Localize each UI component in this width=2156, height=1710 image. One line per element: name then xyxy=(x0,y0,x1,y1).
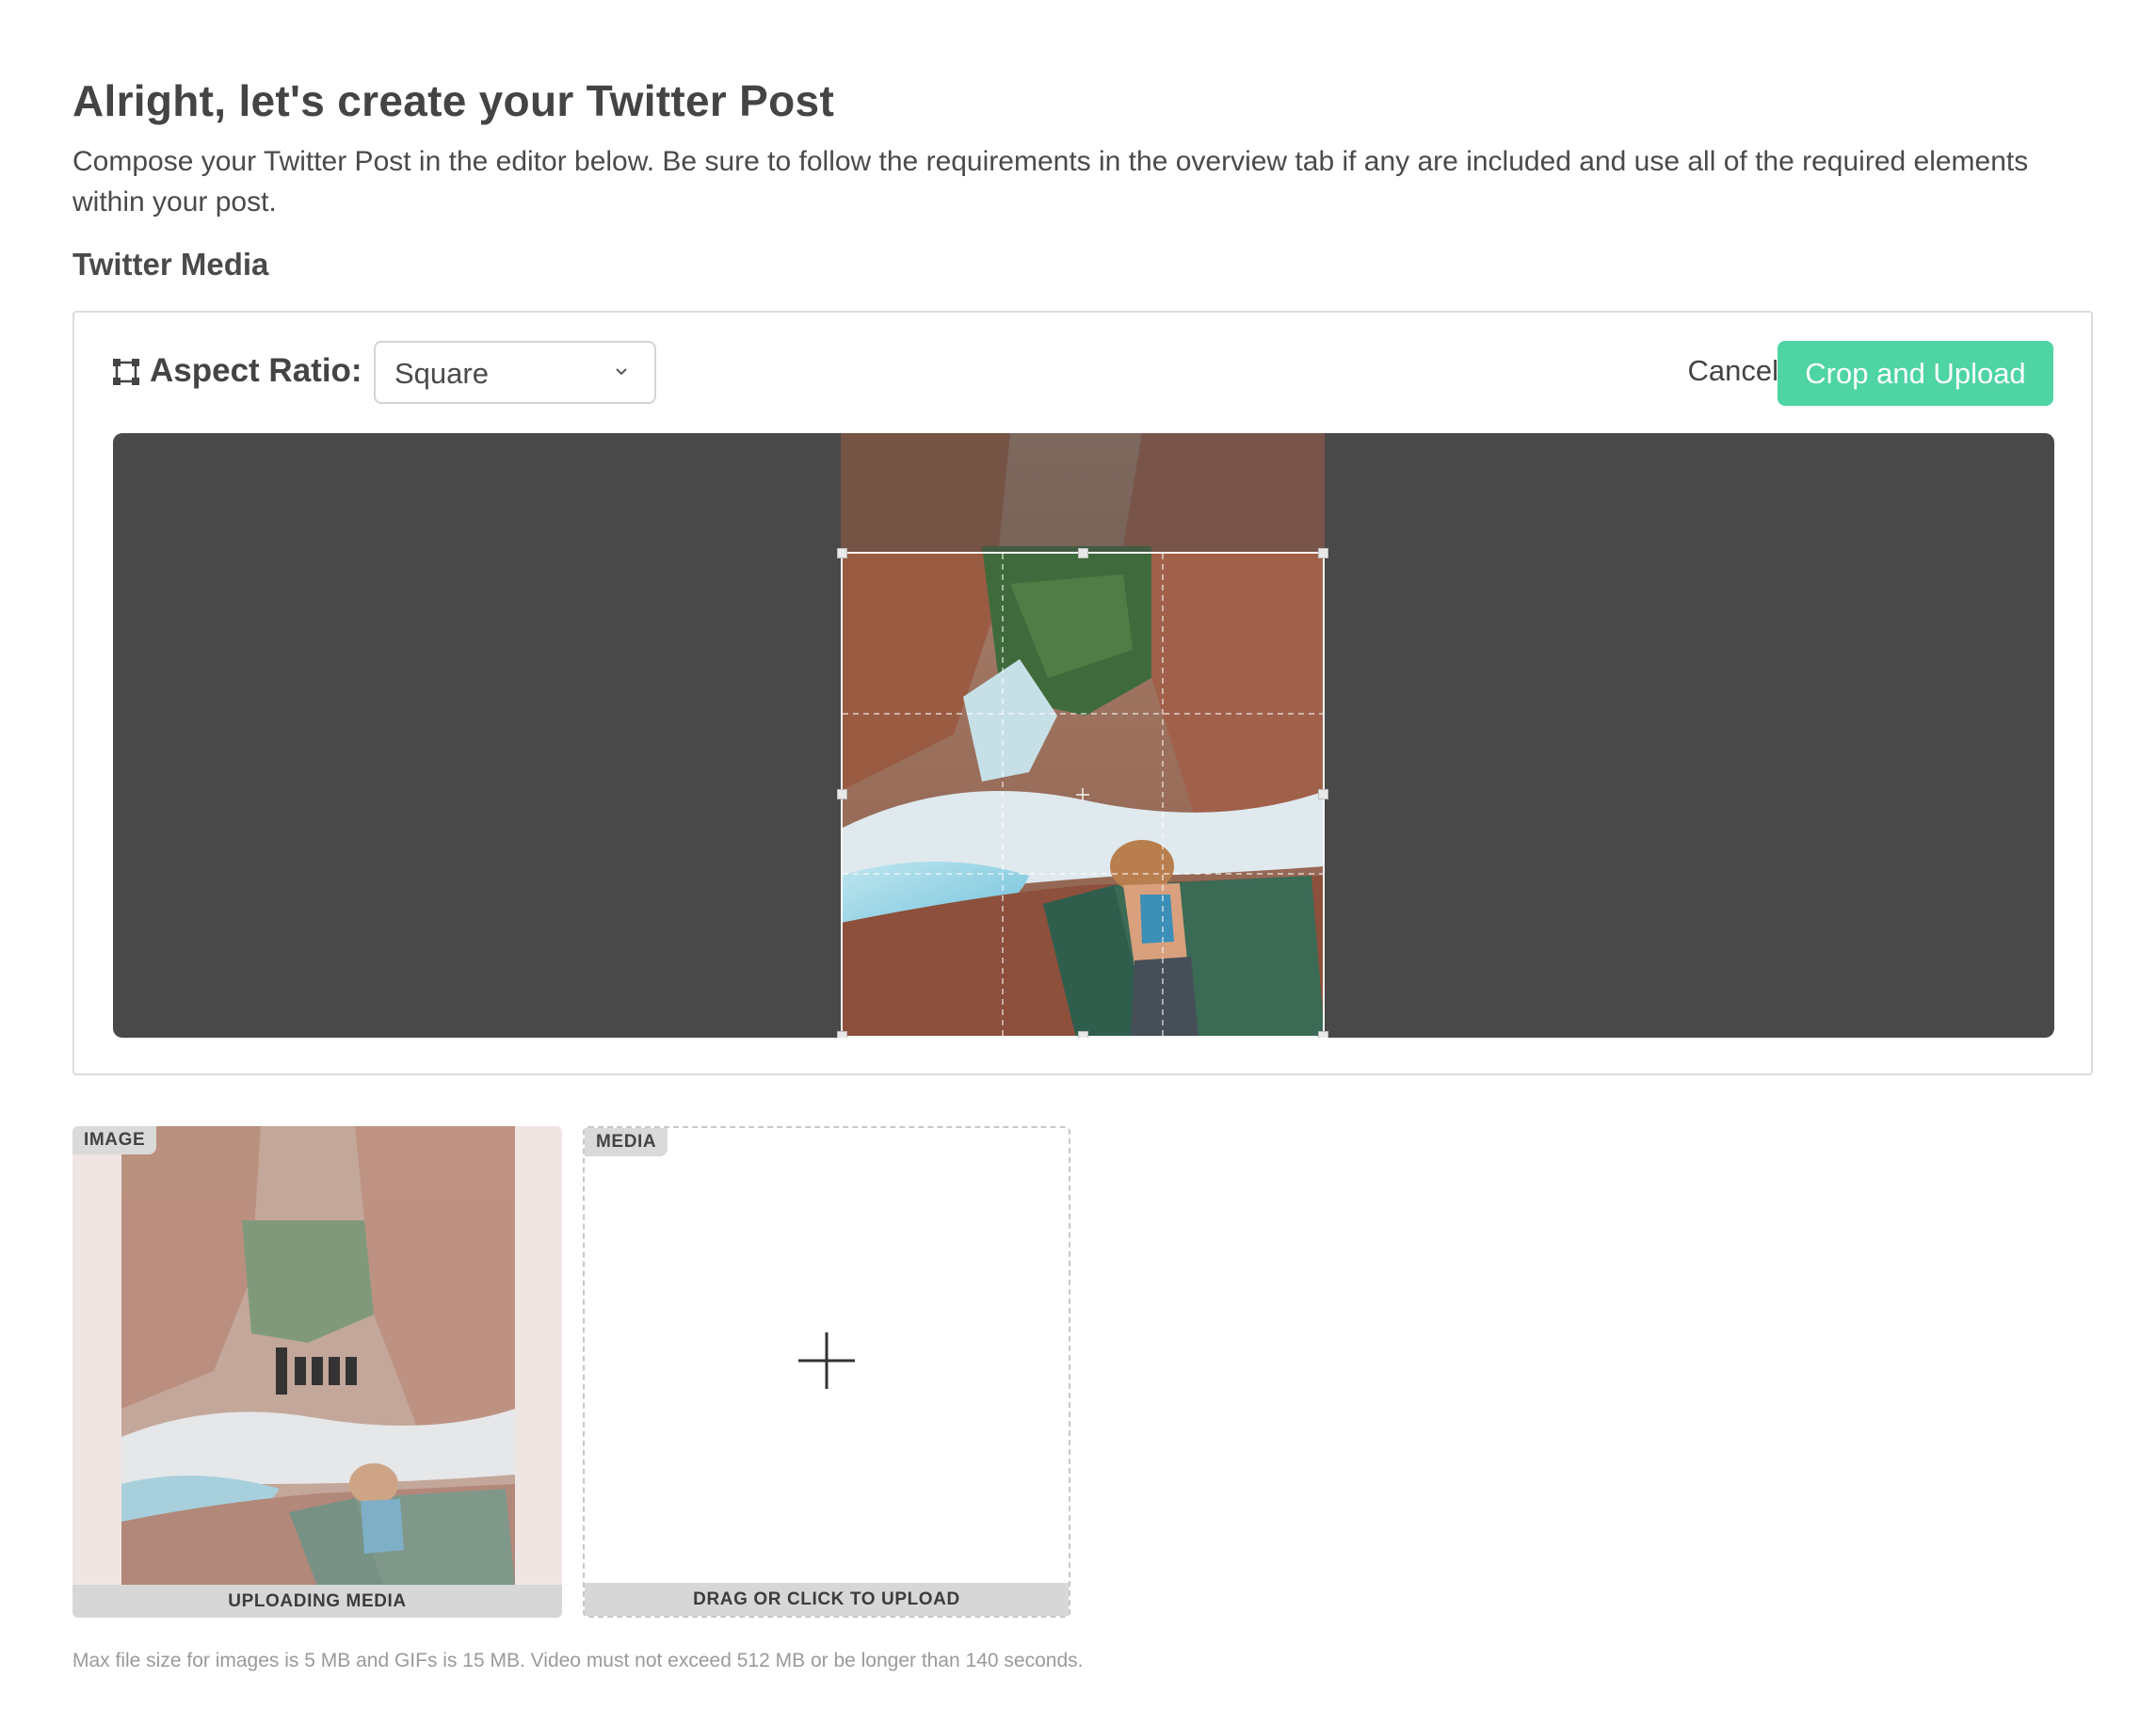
plus-icon xyxy=(798,1332,855,1389)
media-upload-dropzone[interactable]: MEDIA DRAG OR CLICK TO UPLOAD xyxy=(583,1126,1070,1618)
crop-handle-top-right[interactable] xyxy=(1318,548,1328,558)
chevron-down-icon xyxy=(616,368,627,376)
page-description: Compose your Twitter Post in the editor … xyxy=(72,146,2029,218)
crop-handle-bottom[interactable] xyxy=(1078,1031,1088,1038)
crop-dim-overlay xyxy=(841,433,1325,552)
cancel-button[interactable]: Cancel xyxy=(1688,354,1779,388)
aspect-ratio-value: Square xyxy=(394,357,489,390)
crop-selection-box[interactable] xyxy=(837,548,1328,1038)
crop-handle-right[interactable] xyxy=(1318,789,1328,799)
thumbnail-status: UPLOADING MEDIA xyxy=(72,1585,562,1618)
crop-handle-top-left[interactable] xyxy=(837,548,847,558)
image-thumbnail[interactable]: IMAGE UPLOADING MEDIA xyxy=(72,1126,562,1618)
crop-handle-left[interactable] xyxy=(837,789,847,799)
crop-handle-bottom-right[interactable] xyxy=(1318,1031,1328,1038)
crop-handle-top[interactable] xyxy=(1078,548,1088,558)
aspect-ratio-select[interactable]: Square xyxy=(374,341,656,404)
crop-handle-bottom-left[interactable] xyxy=(837,1031,847,1038)
crop-aspect-icon xyxy=(113,359,139,385)
crop-grid xyxy=(843,554,1323,1036)
aspect-ratio-label: Aspect Ratio: xyxy=(150,352,362,389)
section-title: Twitter Media xyxy=(72,247,269,282)
crop-and-upload-button[interactable]: Crop and Upload xyxy=(1778,341,2053,406)
dropzone-tag: MEDIA xyxy=(585,1128,668,1156)
crop-editor-panel: Aspect Ratio: Square Cancel Crop and Upl… xyxy=(72,311,2093,1075)
dropzone-label: DRAG OR CLICK TO UPLOAD xyxy=(585,1583,1069,1616)
crop-canvas[interactable] xyxy=(113,433,2054,1038)
page-title: Alright, let's create your Twitter Post xyxy=(72,76,835,125)
thumbnail-tag: IMAGE xyxy=(72,1126,157,1154)
loading-indicator-icon xyxy=(276,1347,357,1395)
file-size-note: Max file size for images is 5 MB and GIF… xyxy=(72,1650,1084,1671)
